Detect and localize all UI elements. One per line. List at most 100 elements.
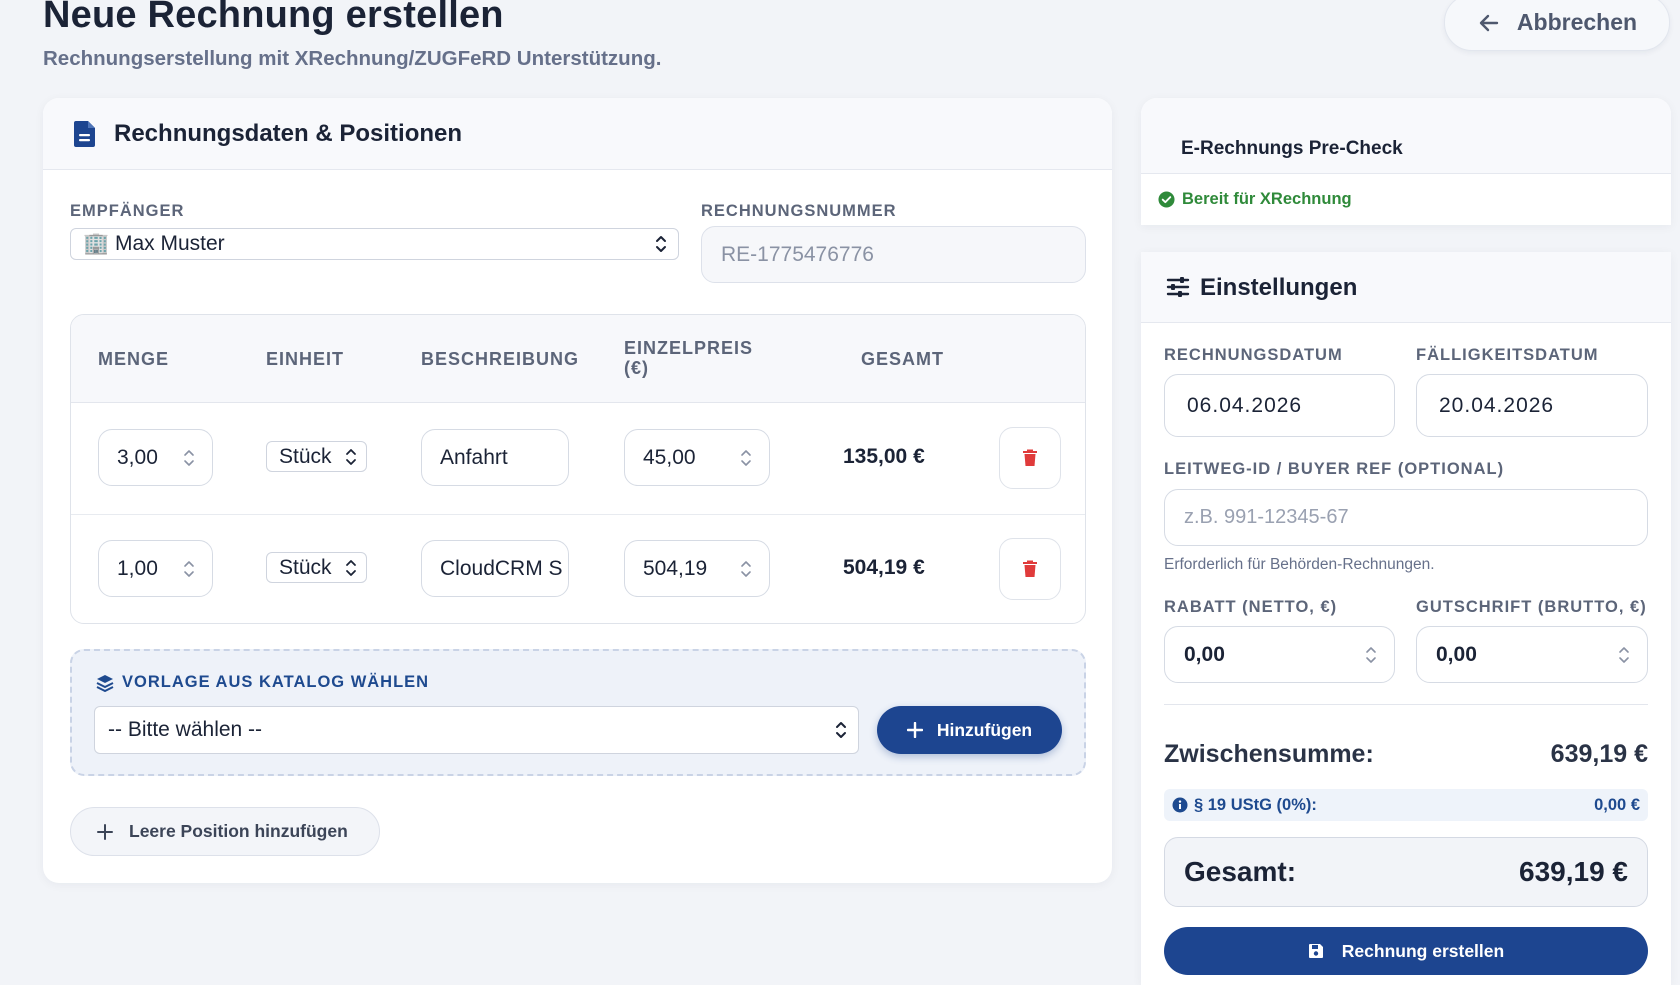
trash-icon bbox=[1023, 560, 1037, 577]
subtotal-label: Zwischensumme: bbox=[1164, 740, 1374, 768]
cancel-label: Abbrechen bbox=[1516, 9, 1638, 35]
add-button-label: Hinzufügen bbox=[936, 719, 1033, 740]
layers-icon bbox=[96, 674, 114, 692]
settings-title: Einstellungen bbox=[1200, 274, 1358, 301]
tax-row: § 19 UStG (0%): 0,00 € bbox=[1164, 789, 1648, 821]
quantity-stepper[interactable]: 1,00 bbox=[98, 540, 213, 597]
leitweg-placeholder: z.B. 991-12345-67 bbox=[1184, 506, 1349, 528]
invoice-number-placeholder: RE-1775476776 bbox=[721, 242, 874, 266]
settings-header: Einstellungen bbox=[1141, 252, 1671, 323]
row-total: 135,00 € bbox=[843, 445, 925, 468]
column-header-total: GESAMT bbox=[861, 349, 945, 369]
description-value: Anfahrt bbox=[440, 445, 508, 469]
tax-value: 0,00 € bbox=[1594, 795, 1640, 814]
credit-stepper[interactable]: 0,00 bbox=[1416, 626, 1648, 683]
create-invoice-button[interactable]: Rechnung erstellen bbox=[1164, 927, 1648, 975]
table-row: 3,00 Stück Anfahrt 45,00 135,00 € bbox=[71, 404, 1085, 515]
due-date-value: 20.04.2026 bbox=[1439, 393, 1555, 417]
discount-label: RABATT (NETTO, €) bbox=[1164, 598, 1338, 616]
precheck-status: Bereit für XRechnung bbox=[1158, 190, 1352, 209]
leitweg-hint: Erforderlich für Behörden-Rechnungen. bbox=[1164, 556, 1435, 573]
check-circle-icon bbox=[1158, 191, 1175, 208]
invoice-date-label: RECHNUNGSDATUM bbox=[1164, 346, 1343, 364]
description-input[interactable]: CloudCRM S bbox=[421, 540, 569, 597]
page-title: Neue Rechnung erstellen bbox=[43, 0, 504, 36]
add-empty-position-button[interactable]: Leere Position hinzufügen bbox=[70, 807, 380, 856]
chevron-updown-icon bbox=[346, 448, 356, 465]
unit-price-header-line2: (€) bbox=[624, 358, 649, 378]
recipient-value: 🏢 Max Muster bbox=[83, 232, 225, 255]
unit-select[interactable]: Stück bbox=[266, 552, 367, 583]
column-header-description: BESCHREIBUNG bbox=[421, 349, 580, 369]
unit-select[interactable]: Stück bbox=[266, 441, 367, 472]
leitweg-input[interactable]: z.B. 991-12345-67 bbox=[1164, 489, 1648, 546]
recipient-select[interactable]: 🏢 Max Muster bbox=[70, 228, 679, 260]
unit-price-header-line1: EINZELPREIS bbox=[624, 338, 754, 358]
spinner-icon[interactable] bbox=[1617, 644, 1631, 666]
spinner-icon[interactable] bbox=[182, 447, 196, 469]
invoice-date-value: 06.04.2026 bbox=[1187, 393, 1303, 417]
catalog-panel: VORLAGE AUS KATALOG WÄHLEN -- Bitte wähl… bbox=[70, 649, 1086, 776]
spinner-icon[interactable] bbox=[739, 558, 753, 580]
subtotal-value: 639,19 € bbox=[1550, 740, 1648, 768]
unit-price-value: 504,19 bbox=[643, 556, 708, 580]
unit-value: Stück bbox=[279, 555, 332, 579]
catalog-select[interactable]: -- Bitte wählen -- bbox=[94, 706, 859, 754]
file-invoice-icon bbox=[74, 121, 95, 147]
info-icon bbox=[1172, 797, 1188, 813]
table-row: 1,00 Stück CloudCRM S 504,19 504,19 € bbox=[71, 515, 1085, 623]
column-header-unit: EINHEIT bbox=[266, 349, 345, 369]
description-input[interactable]: Anfahrt bbox=[421, 429, 569, 486]
description-value: CloudCRM S bbox=[440, 556, 563, 580]
total-box: Gesamt: 639,19 € bbox=[1164, 837, 1648, 907]
divider bbox=[1164, 704, 1648, 705]
discount-value: 0,00 bbox=[1184, 642, 1225, 666]
column-header-quantity: MENGE bbox=[98, 349, 170, 369]
chevron-updown-icon bbox=[656, 236, 666, 252]
total-label: Gesamt: bbox=[1184, 856, 1297, 887]
quantity-value: 1,00 bbox=[117, 556, 158, 580]
trash-icon bbox=[1023, 449, 1037, 466]
invoice-data-card: Rechnungsdaten & Positionen EMPFÄNGER 🏢 … bbox=[43, 98, 1112, 883]
tax-label: § 19 UStG (0%): bbox=[1194, 795, 1317, 814]
sliders-icon bbox=[1166, 277, 1190, 297]
unit-price-stepper[interactable]: 504,19 bbox=[624, 540, 770, 597]
table-header: MENGE EINHEIT BESCHREIBUNG EINZELPREIS (… bbox=[71, 315, 1085, 403]
discount-stepper[interactable]: 0,00 bbox=[1164, 626, 1395, 683]
quantity-stepper[interactable]: 3,00 bbox=[98, 429, 213, 486]
due-date-input[interactable]: 20.04.2026 bbox=[1416, 374, 1648, 437]
add-empty-position-label: Leere Position hinzufügen bbox=[129, 821, 348, 841]
add-from-catalog-button[interactable]: Hinzufügen bbox=[877, 706, 1062, 754]
quantity-value: 3,00 bbox=[117, 445, 158, 469]
credit-label: GUTSCHRIFT (BRUTTO, €) bbox=[1416, 598, 1647, 616]
cancel-button[interactable]: Abbrechen bbox=[1444, 0, 1670, 51]
delete-row-button[interactable] bbox=[999, 427, 1061, 489]
total-value: 639,19 € bbox=[1519, 856, 1628, 887]
unit-price-value: 45,00 bbox=[643, 445, 696, 469]
precheck-header bbox=[1141, 98, 1671, 174]
unit-price-stepper[interactable]: 45,00 bbox=[624, 429, 770, 486]
invoice-number-label: RECHNUNGSNUMMER bbox=[701, 202, 897, 220]
invoice-date-input[interactable]: 06.04.2026 bbox=[1164, 374, 1395, 437]
catalog-label-text: VORLAGE AUS KATALOG WÄHLEN bbox=[122, 673, 430, 691]
leitweg-label: LEITWEG-ID / BUYER REF (OPTIONAL) bbox=[1164, 460, 1505, 478]
catalog-select-value: -- Bitte wählen -- bbox=[108, 718, 263, 741]
spinner-icon[interactable] bbox=[739, 447, 753, 469]
plus-icon bbox=[906, 722, 923, 738]
save-icon bbox=[1308, 944, 1323, 958]
chevron-updown-icon bbox=[346, 559, 356, 576]
invoice-number-input[interactable]: RE-1775476776 bbox=[701, 226, 1086, 283]
recipient-label: EMPFÄNGER bbox=[70, 202, 185, 220]
row-total: 504,19 € bbox=[843, 556, 925, 579]
column-header-unit-price: EINZELPREIS (€) bbox=[624, 338, 753, 378]
precheck-card: E-Rechnungs Pre-Check Bereit für XRechnu… bbox=[1141, 98, 1671, 225]
precheck-status-text: Bereit für XRechnung bbox=[1182, 190, 1352, 208]
unit-value: Stück bbox=[279, 444, 332, 468]
positions-table: MENGE EINHEIT BESCHREIBUNG EINZELPREIS (… bbox=[70, 314, 1086, 624]
spinner-icon[interactable] bbox=[1364, 644, 1378, 666]
precheck-title: E-Rechnungs Pre-Check bbox=[1181, 138, 1403, 159]
spinner-icon[interactable] bbox=[182, 558, 196, 580]
chevron-updown-icon bbox=[836, 722, 846, 738]
card-header: Rechnungsdaten & Positionen bbox=[43, 98, 1112, 170]
delete-row-button[interactable] bbox=[999, 538, 1061, 600]
